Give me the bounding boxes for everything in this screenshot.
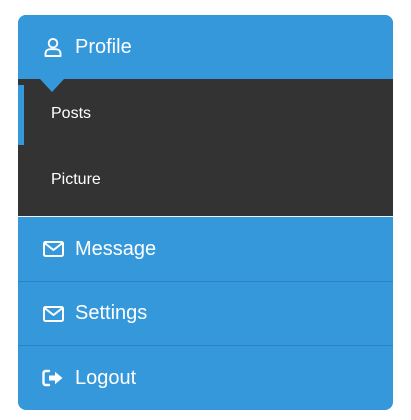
user-icon xyxy=(42,36,64,58)
submenu-item-label: Picture xyxy=(51,171,101,188)
menu-item-profile[interactable]: Profile xyxy=(18,15,393,79)
menu-item-label: Settings xyxy=(75,302,148,324)
profile-submenu: Posts Picture xyxy=(18,79,393,216)
submenu-item-label: Posts xyxy=(51,105,92,122)
menu-item-label: Logout xyxy=(75,366,137,389)
envelope-icon xyxy=(42,303,64,325)
submenu-pointer xyxy=(40,79,64,92)
sign-out-icon xyxy=(42,367,64,389)
menu-item-logout[interactable]: Logout xyxy=(18,346,393,410)
submenu-item-posts[interactable]: Posts xyxy=(18,81,393,147)
menu-item-label: Profile xyxy=(75,35,132,58)
menu-item-message[interactable]: Message xyxy=(18,217,393,281)
submenu-item-picture[interactable]: Picture xyxy=(18,147,393,213)
envelope-icon xyxy=(42,238,64,260)
menu-item-settings[interactable]: Settings xyxy=(18,282,393,345)
sidebar-menu: Profile Posts Picture Message Settings L… xyxy=(18,15,393,410)
menu-item-label: Message xyxy=(75,237,157,260)
